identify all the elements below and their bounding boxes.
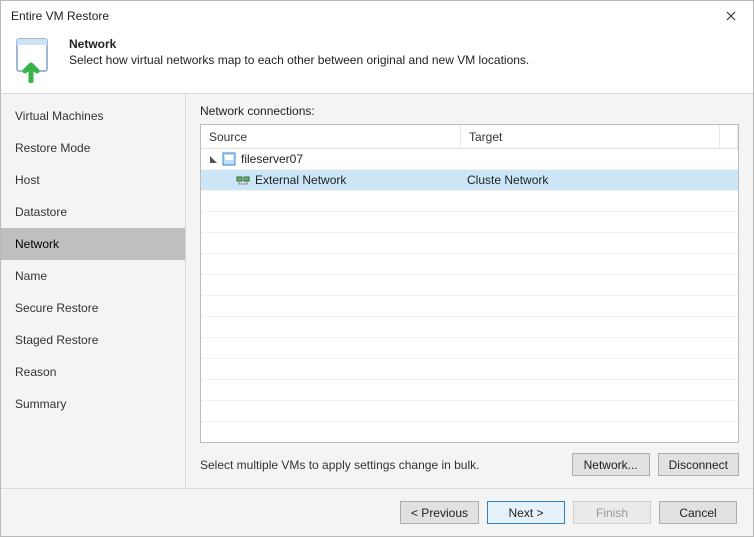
sidebar-item-host[interactable]: Host	[1, 164, 185, 196]
sidebar-item-restore-mode[interactable]: Restore Mode	[1, 132, 185, 164]
sidebar-item-label: Reason	[15, 365, 56, 379]
sidebar-item-secure-restore[interactable]: Secure Restore	[1, 292, 185, 324]
network-page-icon	[11, 35, 59, 83]
wizard-main: Network connections: Source Target	[186, 94, 753, 488]
sidebar-item-label: Host	[15, 173, 40, 187]
sidebar-item-virtual-machines[interactable]: Virtual Machines	[1, 100, 185, 132]
cell-source: fileserver07	[201, 151, 461, 167]
network-connections-grid: Source Target fileserver07	[200, 124, 739, 443]
wizard-body: Virtual Machines Restore Mode Host Datas…	[1, 93, 753, 488]
close-icon[interactable]	[717, 6, 745, 26]
sidebar-item-label: Name	[15, 269, 47, 283]
column-header-target[interactable]: Target	[461, 125, 720, 148]
cancel-button[interactable]: Cancel	[659, 501, 737, 524]
wizard-header-text: Network Select how virtual networks map …	[69, 35, 529, 67]
finish-button: Finish	[573, 501, 651, 524]
cell-target: Cluste Network	[461, 173, 720, 187]
sidebar-item-name[interactable]: Name	[1, 260, 185, 292]
sidebar-item-staged-restore[interactable]: Staged Restore	[1, 324, 185, 356]
grid-body[interactable]: fileserver07 External Network	[201, 149, 738, 442]
grid-actions: Select multiple VMs to apply settings ch…	[200, 453, 739, 476]
network-icon	[235, 172, 251, 188]
page-title: Network	[69, 35, 529, 51]
sidebar-item-label: Datastore	[15, 205, 67, 219]
dialog-window: Entire VM Restore Network Select how vir…	[0, 0, 754, 537]
column-header-spacer	[720, 125, 738, 148]
sidebar-item-reason[interactable]: Reason	[1, 356, 185, 388]
sidebar-item-summary[interactable]: Summary	[1, 388, 185, 420]
previous-button[interactable]: < Previous	[400, 501, 479, 524]
table-row[interactable]: External Network Cluste Network	[201, 170, 738, 191]
table-row[interactable]: fileserver07	[201, 149, 738, 170]
sidebar-item-label: Restore Mode	[15, 141, 90, 155]
sidebar-item-label: Secure Restore	[15, 301, 98, 315]
tree-collapse-icon[interactable]	[207, 153, 219, 165]
bulk-hint: Select multiple VMs to apply settings ch…	[200, 458, 564, 472]
sidebar-item-datastore[interactable]: Datastore	[1, 196, 185, 228]
wizard-footer: < Previous Next > Finish Cancel	[1, 488, 753, 536]
sidebar-item-label: Staged Restore	[15, 333, 98, 347]
window-title: Entire VM Restore	[11, 9, 717, 23]
cell-source: External Network	[201, 172, 461, 188]
sidebar-item-label: Virtual Machines	[15, 109, 104, 123]
sidebar-item-label: Summary	[15, 397, 66, 411]
sidebar-item-label: Network	[15, 237, 59, 251]
page-subtitle: Select how virtual networks map to each …	[69, 53, 529, 67]
next-button[interactable]: Next >	[487, 501, 565, 524]
vm-name: fileserver07	[241, 152, 303, 166]
wizard-header: Network Select how virtual networks map …	[1, 31, 753, 93]
section-label: Network connections:	[200, 104, 739, 118]
grid-header: Source Target	[201, 125, 738, 149]
column-header-source[interactable]: Source	[201, 125, 461, 148]
disconnect-button[interactable]: Disconnect	[658, 453, 739, 476]
titlebar: Entire VM Restore	[1, 1, 753, 31]
wizard-sidebar: Virtual Machines Restore Mode Host Datas…	[1, 94, 186, 488]
vm-icon	[221, 151, 237, 167]
network-button[interactable]: Network...	[572, 453, 650, 476]
target-network-name: Cluste Network	[467, 173, 548, 187]
sidebar-item-network[interactable]: Network	[1, 228, 185, 260]
source-network-name: External Network	[255, 173, 346, 187]
